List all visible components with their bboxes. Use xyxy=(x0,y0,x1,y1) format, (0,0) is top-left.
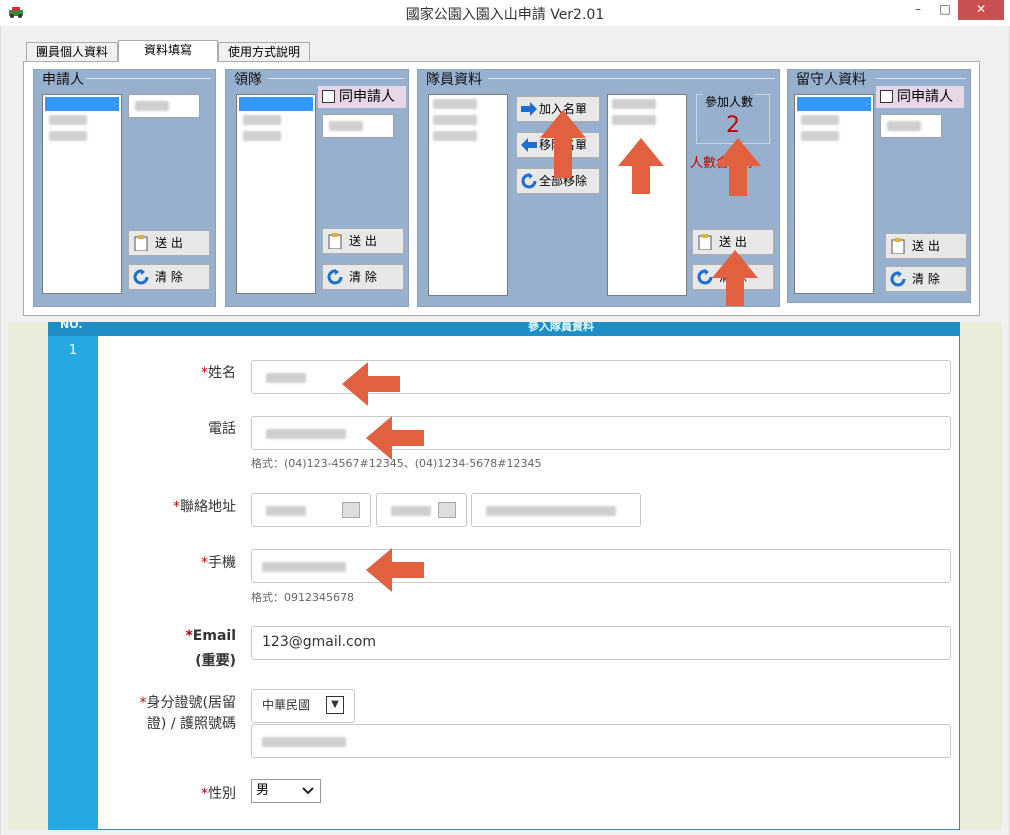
applicant-send-button[interactable]: 送 出 xyxy=(128,230,210,256)
clipboard-icon xyxy=(328,233,342,249)
members-group-title: 隊員資料 xyxy=(424,69,484,89)
chevron-down-icon xyxy=(438,502,456,518)
email-important-note: (重要) xyxy=(195,653,236,669)
member-count-value: 2 xyxy=(726,113,740,138)
email-label: *Email xyxy=(185,628,236,644)
gender-select[interactable]: 男 xyxy=(251,779,321,803)
list-item-selected[interactable] xyxy=(45,97,119,111)
nationality-select[interactable]: 中華民國 ▼ xyxy=(251,689,355,723)
member-count-label: 參加人數 xyxy=(703,93,756,110)
mobile-format-hint: 格式：0912345678 xyxy=(251,591,354,604)
leader-name-field[interactable] xyxy=(322,114,394,138)
list-item[interactable] xyxy=(243,131,281,141)
stay-contact-group: 留守人資料 同申請人 送 出 清 除 xyxy=(787,69,971,303)
mobile-label: *手機 xyxy=(201,555,236,571)
tab-usage-guide[interactable]: 使用方式說明 xyxy=(218,42,310,62)
annotation-arrow-icon xyxy=(342,362,400,406)
checkbox-icon xyxy=(880,90,893,103)
chevron-down-icon xyxy=(302,787,314,795)
annotation-arrow-icon xyxy=(366,548,424,592)
address-district-select[interactable] xyxy=(376,493,467,527)
annotation-arrow-icon xyxy=(366,416,424,460)
applicant-clear-button[interactable]: 清 除 xyxy=(128,264,210,290)
clipboard-icon xyxy=(134,235,148,251)
annotation-arrow-icon xyxy=(540,110,586,178)
refresh-icon xyxy=(521,173,537,189)
leader-same-checkbox[interactable]: 同申請人 xyxy=(318,86,406,108)
clipboard-icon xyxy=(891,238,905,254)
form-header: NO. 參入隊員資料 xyxy=(48,322,960,336)
phone-label: 電話 xyxy=(208,421,236,437)
phone-field[interactable] xyxy=(251,416,951,450)
tab-member-profile[interactable]: 團員個人資料 xyxy=(26,42,118,62)
leader-clear-button[interactable]: 清 除 xyxy=(322,264,404,290)
applicant-group-title: 申請人 xyxy=(40,69,86,89)
refresh-icon xyxy=(133,269,149,285)
list-item[interactable] xyxy=(612,99,656,109)
applicant-name-field[interactable] xyxy=(128,94,200,118)
id-label-line2: 證) / 護照號碼 xyxy=(146,716,236,732)
arrow-left-icon xyxy=(521,138,537,152)
stay-same-checkbox[interactable]: 同申請人 xyxy=(876,86,964,108)
applicant-listbox[interactable] xyxy=(42,94,122,294)
name-label: *姓名 xyxy=(201,365,236,381)
list-item-selected[interactable] xyxy=(239,97,313,111)
refresh-icon xyxy=(890,271,906,287)
address-city-select[interactable] xyxy=(251,493,371,527)
leader-send-button[interactable]: 送 出 xyxy=(322,228,404,254)
list-item-selected[interactable] xyxy=(797,97,871,111)
list-item[interactable] xyxy=(801,115,839,125)
annotation-arrow-icon xyxy=(712,250,758,306)
members-source-listbox[interactable] xyxy=(428,94,508,296)
list-item[interactable] xyxy=(49,131,87,141)
applicant-group: 申請人 送 出 清 除 xyxy=(33,69,216,307)
refresh-icon xyxy=(697,269,713,285)
stay-contact-group-title: 留守人資料 xyxy=(794,69,868,89)
minimize-button[interactable]: – xyxy=(905,0,931,20)
list-item[interactable] xyxy=(243,115,281,125)
chevron-down-icon xyxy=(342,502,360,518)
arrow-right-icon xyxy=(521,102,537,116)
annotation-arrow-icon xyxy=(715,138,761,196)
list-item[interactable] xyxy=(433,99,477,109)
member-count-box: 參加人數 2 xyxy=(696,93,770,144)
chevron-down-icon: ▼ xyxy=(326,696,344,714)
email-field[interactable]: 123@gmail.com xyxy=(251,626,951,660)
stay-send-button[interactable]: 送 出 xyxy=(885,233,967,259)
address-detail-field[interactable] xyxy=(471,493,641,527)
mobile-field[interactable] xyxy=(251,549,951,583)
row-number: 1 xyxy=(68,343,78,358)
gender-label: *性別 xyxy=(201,786,236,802)
refresh-icon xyxy=(327,269,343,285)
list-item[interactable] xyxy=(612,115,656,125)
members-selected-listbox[interactable] xyxy=(607,94,687,296)
address-label: *聯絡地址 xyxy=(173,499,236,515)
stay-contact-name-field[interactable] xyxy=(880,114,942,138)
row-number-column xyxy=(48,336,98,830)
annotation-arrow-icon xyxy=(618,138,664,194)
leader-group: 領隊 同申請人 送 出 清 除 xyxy=(225,69,409,307)
list-item[interactable] xyxy=(801,131,839,141)
tab-data-entry[interactable]: 資料填寫 xyxy=(118,40,218,62)
window-title: 國家公園入園入山申請 Ver2.01 xyxy=(405,7,605,23)
id-number-field[interactable] xyxy=(251,724,951,758)
maximize-button[interactable]: □ xyxy=(932,0,958,20)
id-label-line1: *身分證號(居留 xyxy=(139,695,236,711)
checkbox-icon xyxy=(322,90,335,103)
list-item[interactable] xyxy=(49,115,87,125)
list-item[interactable] xyxy=(433,115,477,125)
list-item[interactable] xyxy=(433,131,477,141)
title-bar: 國家公園入園入山申請 Ver2.01 – □ ✕ xyxy=(0,0,1010,26)
leader-group-title: 領隊 xyxy=(232,69,264,89)
close-button[interactable]: ✕ xyxy=(958,0,1004,20)
leader-listbox[interactable] xyxy=(236,94,316,294)
clipboard-icon xyxy=(698,234,712,250)
stay-clear-button[interactable]: 清 除 xyxy=(885,266,967,292)
stay-contact-listbox[interactable] xyxy=(794,94,874,294)
